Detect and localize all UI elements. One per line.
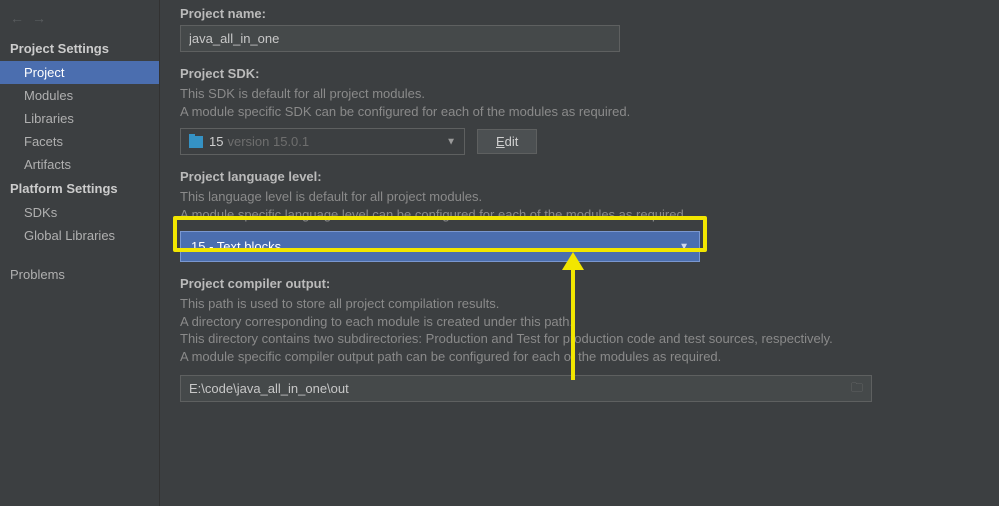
compiler-output-input[interactable]: E:\code\java_all_in_one\out 🗀: [180, 375, 872, 402]
project-name-input[interactable]: [180, 25, 620, 52]
language-level-selected: 15 - Text blocks: [191, 239, 281, 254]
main-panel: Project name: Project SDK: This SDK is d…: [160, 0, 999, 506]
compiler-output-desc1: This path is used to store all project c…: [180, 295, 979, 313]
edit-sdk-button[interactable]: Edit: [477, 129, 537, 154]
project-sdk-label: Project SDK:: [180, 66, 979, 81]
sidebar-item-project[interactable]: Project: [0, 61, 159, 84]
sidebar-item-artifacts[interactable]: Artifacts: [0, 153, 159, 176]
folder-icon: [189, 136, 203, 148]
sidebar-item-facets[interactable]: Facets: [0, 130, 159, 153]
sidebar-item-problems[interactable]: Problems: [0, 263, 159, 286]
forward-arrow-icon[interactable]: →: [32, 10, 46, 26]
chevron-down-icon: ▼: [446, 136, 456, 147]
sdk-version: version 15.0.1: [227, 134, 309, 149]
project-settings-header: Project Settings: [0, 36, 159, 61]
sidebar-item-sdks[interactable]: SDKs: [0, 201, 159, 224]
folder-browse-icon[interactable]: 🗀: [851, 378, 863, 399]
language-level-desc2: A module specific language level can be …: [180, 206, 979, 224]
sidebar-item-libraries[interactable]: Libraries: [0, 107, 159, 130]
compiler-output-desc4: A module specific compiler output path c…: [180, 348, 979, 366]
back-arrow-icon[interactable]: ←: [10, 10, 24, 26]
compiler-output-desc2: A directory corresponding to each module…: [180, 313, 979, 331]
language-level-desc1: This language level is default for all p…: [180, 188, 979, 206]
compiler-output-value: E:\code\java_all_in_one\out: [189, 381, 349, 396]
sidebar: ← → Project Settings Project Modules Lib…: [0, 0, 160, 506]
compiler-output-label: Project compiler output:: [180, 276, 979, 291]
language-level-combo[interactable]: 15 - Text blocks ▼: [180, 231, 700, 262]
platform-settings-header: Platform Settings: [0, 176, 159, 201]
project-sdk-combo[interactable]: 15 version 15.0.1 ▼: [180, 128, 465, 155]
nav-arrows: ← →: [0, 6, 159, 36]
compiler-output-desc3: This directory contains two subdirectori…: [180, 330, 979, 348]
project-sdk-desc2: A module specific SDK can be configured …: [180, 103, 979, 121]
sidebar-item-global-libraries[interactable]: Global Libraries: [0, 224, 159, 247]
project-name-label: Project name:: [180, 6, 979, 21]
sidebar-item-modules[interactable]: Modules: [0, 84, 159, 107]
chevron-down-icon: ▼: [679, 241, 689, 252]
sdk-name: 15: [209, 134, 223, 149]
project-sdk-desc1: This SDK is default for all project modu…: [180, 85, 979, 103]
language-level-label: Project language level:: [180, 169, 979, 184]
